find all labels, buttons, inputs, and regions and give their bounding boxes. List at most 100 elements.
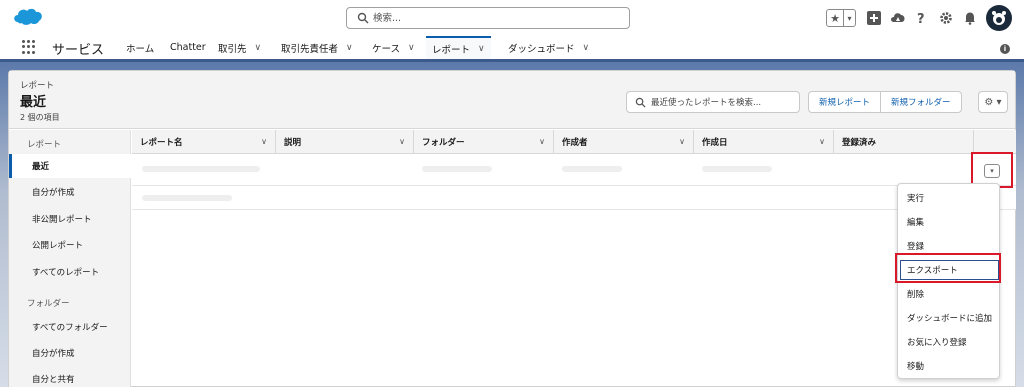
chevron-down-icon[interactable]: ∨ <box>261 137 267 146</box>
row-actions-menu-button[interactable]: ▾ <box>984 164 1000 178</box>
column-header-created-date[interactable]: 作成日 ∨ <box>694 130 834 154</box>
column-header-created-by[interactable]: 作成者 ∨ <box>554 130 694 154</box>
search-icon <box>357 12 369 24</box>
global-header: ★ ▾ ? <box>0 0 1024 36</box>
chevron-down-icon[interactable]: ∨ <box>399 137 405 146</box>
sidebar-item-label: 公開レポート <box>32 241 84 251</box>
chevron-down-icon[interactable]: ∨ <box>346 43 353 53</box>
reports-table: レポート名 ∨ 説明 ∨ フォルダー ∨ 作成者 ∨ 作成日 ∨ 登録済み <box>132 130 1016 387</box>
list-settings-button[interactable]: ⚙ ▾ <box>978 91 1008 113</box>
sidebar-item-label: 非公開レポート <box>32 215 92 225</box>
chevron-down-icon[interactable]: ∨ <box>819 137 825 146</box>
global-search[interactable] <box>346 7 630 29</box>
sidebar-item-recent[interactable]: 最近 <box>9 154 131 178</box>
global-actions-icon[interactable] <box>866 10 882 26</box>
sidebar-section-reports: レポート <box>27 140 62 150</box>
tab-label: レポート <box>432 44 471 56</box>
menu-item-move[interactable]: 移動 <box>898 354 1001 378</box>
export-highlight <box>895 253 1001 283</box>
tab-reports[interactable]: レポート ∨ <box>426 36 491 59</box>
tab-chatter[interactable]: Chatter <box>170 36 206 59</box>
page-header: レポート 最近 2 個の項目 新規レポート 新規フォルダー ⚙ ▾ <box>9 71 1015 129</box>
menu-item-label: 移動 <box>907 362 925 372</box>
menu-item-label: 実行 <box>907 194 925 204</box>
sidebar-item-all-folders[interactable]: すべてのフォルダー <box>9 315 131 339</box>
trailhead-icon[interactable] <box>890 10 906 26</box>
tab-cases[interactable]: ケース ∨ <box>372 36 415 59</box>
tab-label: 取引先責任者 <box>281 43 339 55</box>
menu-item-label: ダッシュボードに追加 <box>907 314 993 324</box>
table-header: レポート名 ∨ 説明 ∨ フォルダー ∨ 作成者 ∨ 作成日 ∨ 登録済み <box>132 130 1016 154</box>
chevron-down-icon[interactable]: ∨ <box>539 137 545 146</box>
tab-accounts[interactable]: 取引先 ∨ <box>218 36 261 59</box>
menu-item-edit[interactable]: 編集 <box>898 210 1001 234</box>
global-search-input[interactable] <box>373 10 623 26</box>
column-header-label: レポート名 <box>140 138 183 148</box>
sidebar-item-label: 自分が作成 <box>32 349 75 359</box>
redacted-cell <box>422 166 492 172</box>
reports-sidebar: レポート 最近 自分が作成 非公開レポート 公開レポート すべてのレポート フォ… <box>9 130 131 387</box>
table-row[interactable] <box>132 154 1016 186</box>
redacted-cell <box>142 195 232 201</box>
page-eyebrow: レポート <box>20 81 55 91</box>
chevron-down-icon[interactable]: ∨ <box>583 43 590 53</box>
chevron-down-icon[interactable]: ∨ <box>679 137 685 146</box>
chevron-down-icon[interactable]: ∨ <box>255 43 262 53</box>
menu-item-label: 編集 <box>907 218 925 228</box>
menu-item-run[interactable]: 実行 <box>898 186 1001 210</box>
sidebar-item-label: 最近 <box>32 162 50 172</box>
sidebar-item-all-reports[interactable]: すべてのレポート <box>9 260 131 284</box>
menu-item-label: 削除 <box>907 290 925 300</box>
sidebar-item-label: すべてのレポート <box>32 268 100 278</box>
chevron-down-icon[interactable]: ∨ <box>478 44 485 54</box>
item-count: 2 個の項目 <box>20 113 60 122</box>
salesforce-logo[interactable] <box>12 6 44 28</box>
column-header-label: 登録済み <box>842 138 877 148</box>
column-header-label: フォルダー <box>422 138 465 148</box>
recent-reports-search[interactable] <box>626 91 800 113</box>
tab-home[interactable]: ホーム <box>126 36 154 59</box>
menu-item-label: お気に入り登録 <box>907 338 967 348</box>
sidebar-item-label: 自分が作成 <box>32 188 75 198</box>
app-launcher-icon[interactable] <box>22 40 36 54</box>
search-icon <box>635 97 646 108</box>
sidebar-item-public-reports[interactable]: 公開レポート <box>9 233 131 257</box>
column-header-report-name[interactable]: レポート名 ∨ <box>132 130 276 154</box>
chevron-down-icon[interactable]: ∨ <box>408 43 415 53</box>
tab-label: 取引先 <box>218 43 247 55</box>
sidebar-item-label: 自分と共有 <box>32 375 75 385</box>
column-header-label: 作成日 <box>702 138 728 148</box>
tab-contacts[interactable]: 取引先責任者 ∨ <box>281 36 353 59</box>
sidebar-item-label: すべてのフォルダー <box>32 323 108 333</box>
favorites-menu-icon[interactable]: ▾ <box>843 10 855 26</box>
column-header-description[interactable]: 説明 ∨ <box>276 130 414 154</box>
menu-item-add-to-dashboard[interactable]: ダッシュボードに追加 <box>898 306 1001 330</box>
sidebar-item-shared-with-me[interactable]: 自分と共有 <box>9 367 131 387</box>
favorites-star-icon[interactable]: ★ <box>827 10 843 26</box>
page-title: 最近 <box>20 95 47 110</box>
user-avatar[interactable] <box>986 5 1012 31</box>
sidebar-item-folders-created-by-me[interactable]: 自分が作成 <box>9 341 131 365</box>
help-icon[interactable]: ? <box>914 10 930 26</box>
menu-item-delete[interactable]: 削除 <box>898 282 1001 306</box>
tab-dashboards[interactable]: ダッシュボード ∨ <box>508 36 589 59</box>
sidebar-section-folders: フォルダー <box>27 299 70 309</box>
tab-label: Chatter <box>170 42 206 53</box>
redacted-cell <box>562 166 622 172</box>
sidebar-item-private-reports[interactable]: 非公開レポート <box>9 207 131 231</box>
column-header-folder[interactable]: フォルダー ∨ <box>414 130 554 154</box>
new-report-button[interactable]: 新規レポート <box>809 92 880 112</box>
notifications-bell-icon[interactable] <box>962 10 978 26</box>
setup-gear-icon[interactable] <box>938 10 954 26</box>
app-name: サービス <box>52 43 105 58</box>
new-folder-button[interactable]: 新規フォルダー <box>880 92 961 112</box>
menu-item-add-to-favorites[interactable]: お気に入り登録 <box>898 330 1001 354</box>
recent-reports-search-input[interactable] <box>651 95 797 110</box>
favorites-group[interactable]: ★ ▾ <box>826 9 856 27</box>
column-header-subscribed[interactable]: 登録済み <box>834 130 974 154</box>
sidebar-item-created-by-me[interactable]: 自分が作成 <box>9 180 131 204</box>
tab-label: ケース <box>372 43 401 55</box>
table-row[interactable] <box>132 186 1016 210</box>
info-icon[interactable]: i <box>1000 44 1010 54</box>
menu-item-label: 登録 <box>907 242 925 252</box>
